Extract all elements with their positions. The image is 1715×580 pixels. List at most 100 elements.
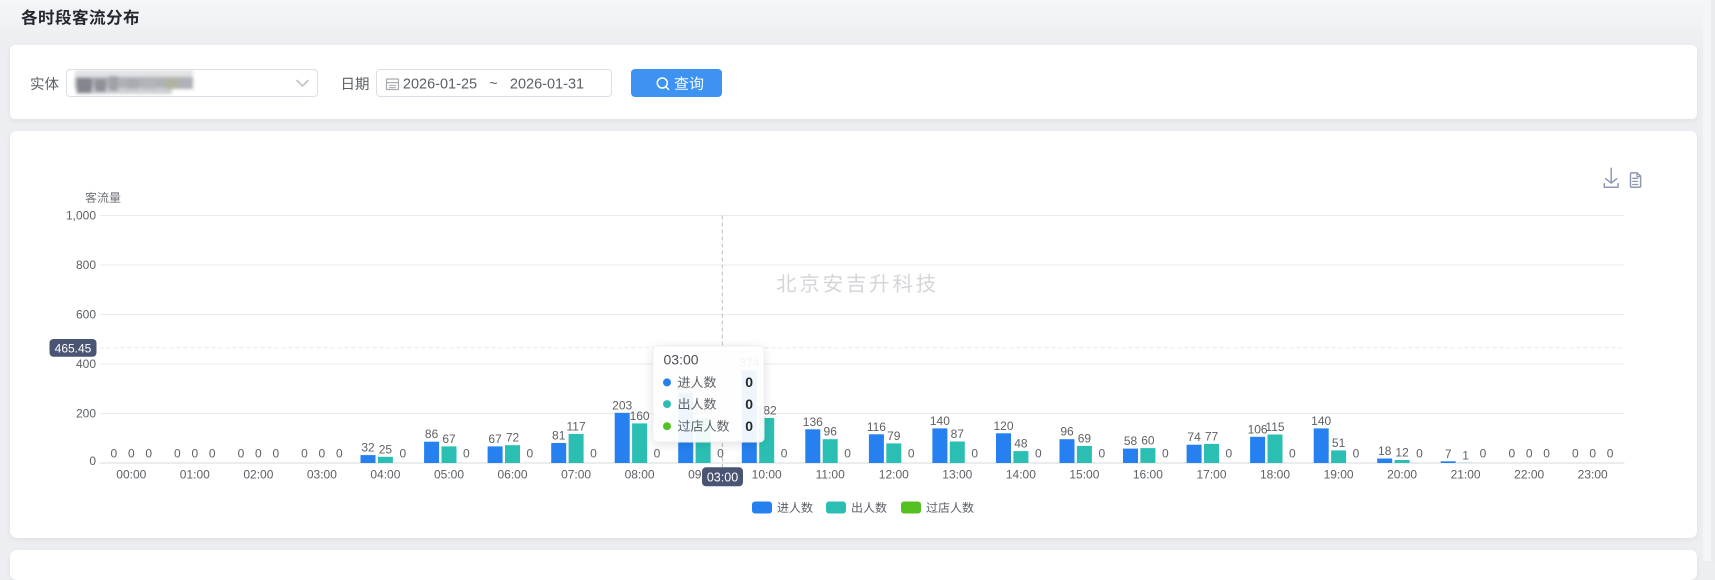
- svg-text:00:00: 00:00: [116, 468, 146, 482]
- svg-text:60: 60: [1141, 434, 1155, 448]
- svg-text:07:00: 07:00: [561, 468, 591, 482]
- svg-text:86: 86: [425, 427, 439, 441]
- svg-text:96: 96: [1060, 425, 1074, 439]
- svg-text:140: 140: [930, 414, 950, 428]
- svg-text:25: 25: [379, 442, 393, 456]
- svg-text:12:00: 12:00: [879, 468, 909, 482]
- svg-text:16:00: 16:00: [1133, 468, 1163, 482]
- svg-text:~: ~: [489, 75, 497, 91]
- svg-text:0: 0: [1098, 447, 1105, 461]
- svg-text:7: 7: [1445, 447, 1452, 461]
- svg-text:87: 87: [951, 427, 965, 441]
- svg-text:0: 0: [128, 447, 135, 461]
- svg-text:0: 0: [1162, 447, 1169, 461]
- svg-text:74: 74: [1187, 430, 1201, 444]
- svg-text:23:00: 23:00: [1578, 468, 1608, 482]
- svg-text:10:00: 10:00: [752, 468, 782, 482]
- svg-text:51: 51: [1332, 436, 1346, 450]
- svg-text:01:00: 01:00: [180, 468, 210, 482]
- svg-text:67: 67: [488, 432, 502, 446]
- svg-text:0: 0: [844, 447, 851, 461]
- svg-text:0: 0: [1353, 447, 1360, 461]
- svg-text:160: 160: [630, 409, 650, 423]
- svg-text:465.45: 465.45: [55, 341, 92, 355]
- svg-text:0: 0: [1289, 447, 1296, 461]
- svg-text:0: 0: [1226, 447, 1233, 461]
- svg-text:58: 58: [1124, 434, 1138, 448]
- svg-text:15:00: 15:00: [1069, 468, 1099, 482]
- svg-text:0: 0: [745, 374, 753, 390]
- svg-text:117: 117: [567, 420, 586, 434]
- svg-text:0: 0: [1035, 447, 1042, 461]
- svg-text:04:00: 04:00: [370, 468, 400, 482]
- svg-text:0: 0: [1416, 447, 1423, 461]
- svg-text:0: 0: [255, 447, 262, 461]
- svg-text:13:00: 13:00: [942, 468, 972, 482]
- svg-text:17:00: 17:00: [1196, 468, 1226, 482]
- svg-text:2026-01-25: 2026-01-25: [403, 77, 477, 93]
- svg-text:03:00: 03:00: [707, 470, 738, 484]
- svg-text:0: 0: [174, 447, 181, 461]
- svg-text:08:00: 08:00: [625, 468, 655, 482]
- svg-text:0: 0: [336, 447, 343, 461]
- svg-text:0: 0: [654, 447, 661, 461]
- svg-text:0: 0: [745, 418, 753, 434]
- svg-text:96: 96: [824, 425, 838, 439]
- svg-text:18: 18: [1378, 444, 1392, 458]
- svg-text:116: 116: [867, 420, 886, 434]
- svg-text:69: 69: [1078, 431, 1092, 445]
- svg-text:120: 120: [993, 419, 1013, 433]
- svg-text:0: 0: [89, 454, 96, 468]
- svg-text:0: 0: [717, 447, 724, 461]
- svg-text:0: 0: [238, 447, 245, 461]
- svg-text:18:00: 18:00: [1260, 468, 1290, 482]
- svg-text:140: 140: [1311, 414, 1331, 428]
- svg-text:79: 79: [887, 429, 901, 443]
- svg-text:0: 0: [319, 447, 326, 461]
- svg-text:400: 400: [76, 357, 96, 371]
- svg-text:0: 0: [745, 396, 753, 412]
- svg-text:0: 0: [301, 447, 308, 461]
- svg-text:11:00: 11:00: [816, 468, 845, 482]
- svg-text:05:00: 05:00: [434, 468, 464, 482]
- svg-text:0: 0: [463, 447, 470, 461]
- svg-text:0: 0: [145, 447, 152, 461]
- svg-text:0: 0: [971, 447, 978, 461]
- svg-text:0: 0: [209, 447, 216, 461]
- svg-text:0: 0: [527, 447, 534, 461]
- svg-text:0: 0: [1526, 447, 1533, 461]
- svg-text:21:00: 21:00: [1451, 468, 1481, 482]
- svg-text:77: 77: [1205, 429, 1219, 443]
- svg-text:0: 0: [191, 447, 198, 461]
- svg-text:200: 200: [76, 407, 96, 421]
- svg-text:32: 32: [361, 441, 375, 455]
- svg-text:800: 800: [76, 258, 96, 272]
- svg-text:0: 0: [399, 447, 406, 461]
- svg-text:0: 0: [272, 447, 279, 461]
- svg-text:14:00: 14:00: [1006, 468, 1036, 482]
- svg-text:19:00: 19:00: [1324, 468, 1354, 482]
- svg-text:0: 0: [1480, 447, 1487, 461]
- svg-text:0: 0: [1543, 447, 1550, 461]
- svg-text:12: 12: [1395, 446, 1409, 460]
- svg-text:115: 115: [1265, 420, 1284, 434]
- svg-text:0: 0: [1607, 447, 1614, 461]
- svg-text:0: 0: [111, 447, 118, 461]
- svg-text:2026-01-31: 2026-01-31: [510, 77, 584, 93]
- svg-text:81: 81: [552, 429, 566, 443]
- svg-text:136: 136: [803, 415, 823, 429]
- svg-text:06:00: 06:00: [497, 468, 527, 482]
- svg-text:03:00: 03:00: [307, 468, 337, 482]
- svg-text:1: 1: [1462, 448, 1469, 462]
- svg-text:0: 0: [590, 447, 597, 461]
- svg-text:0: 0: [1589, 447, 1596, 461]
- svg-text:600: 600: [76, 308, 96, 322]
- svg-text:0: 0: [1508, 447, 1515, 461]
- svg-text:0: 0: [781, 447, 788, 461]
- svg-text:48: 48: [1014, 437, 1028, 451]
- svg-text:67: 67: [442, 432, 456, 446]
- svg-text:02:00: 02:00: [243, 468, 273, 482]
- svg-text:1,000: 1,000: [66, 209, 96, 223]
- svg-text:20:00: 20:00: [1387, 468, 1417, 482]
- svg-text:0: 0: [908, 447, 915, 461]
